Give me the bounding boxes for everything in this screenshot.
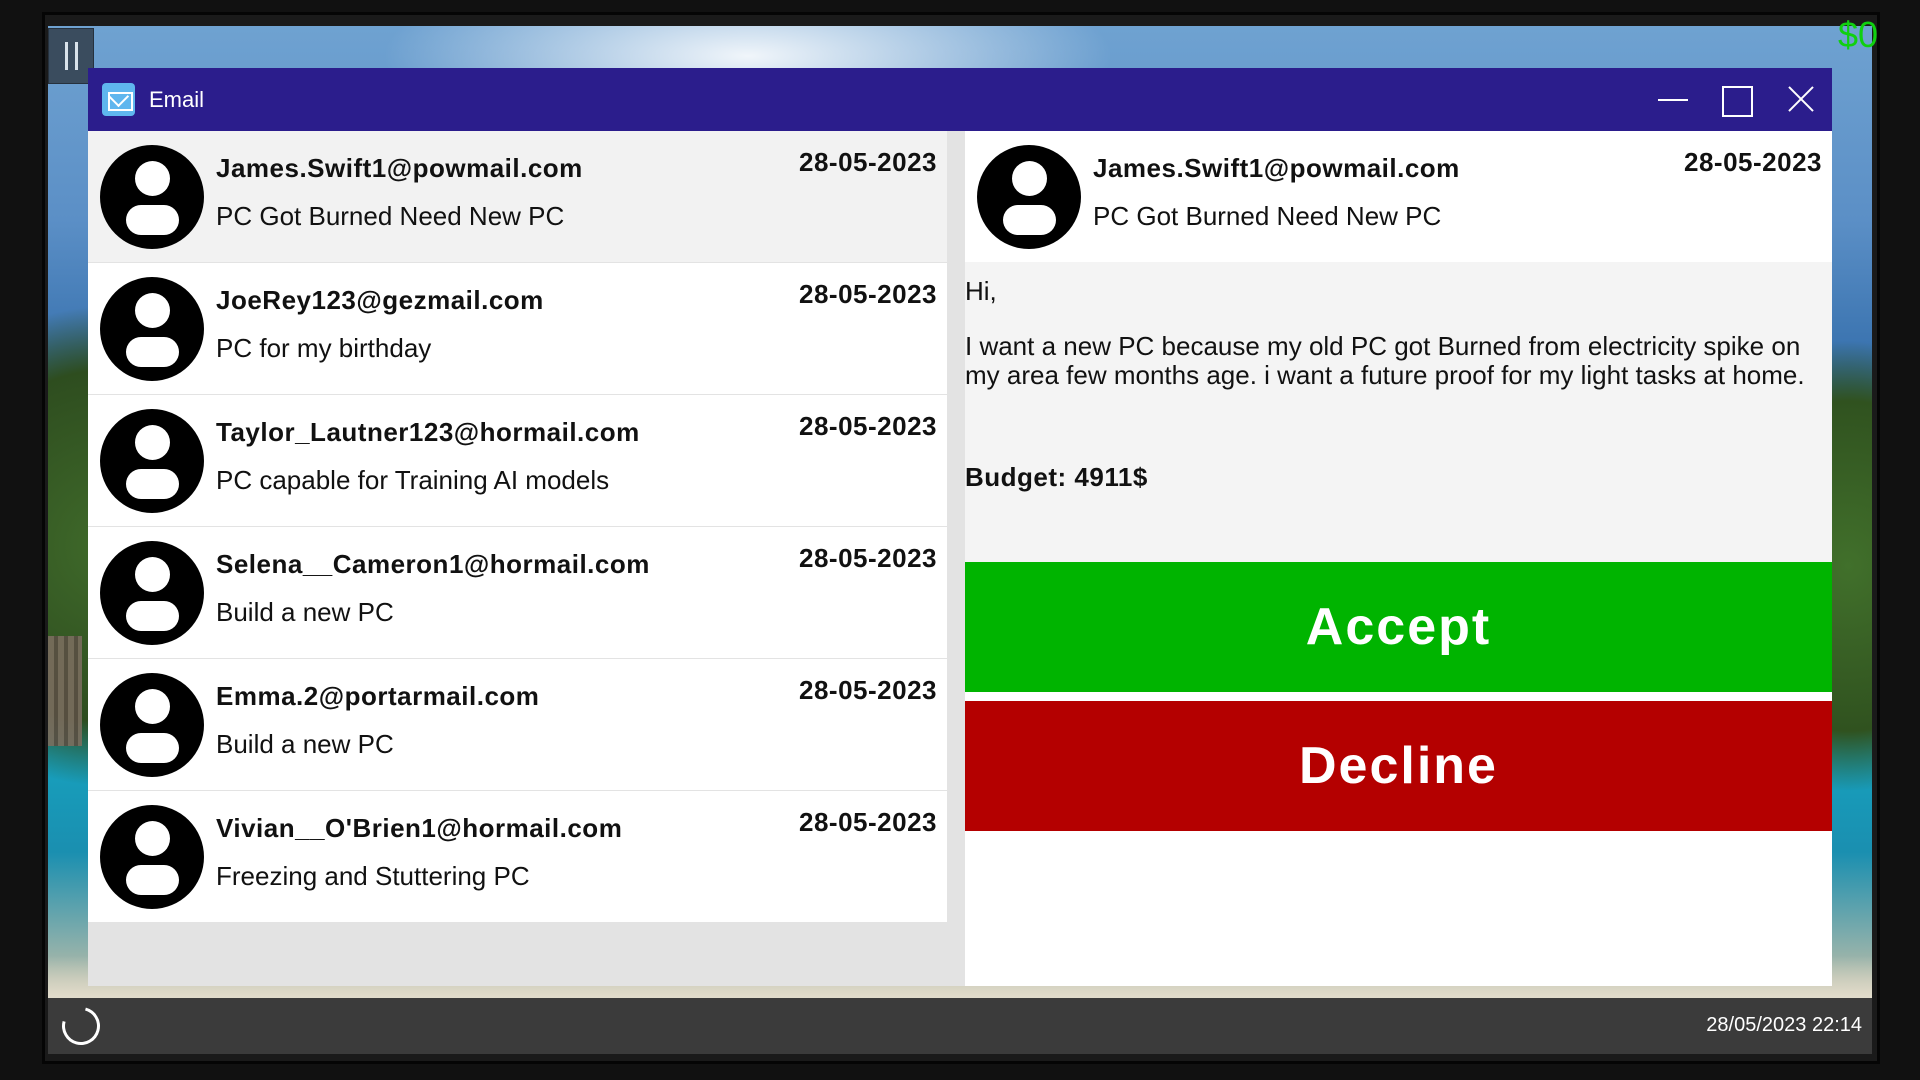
avatar — [100, 673, 204, 777]
inbox-item-subject: PC capable for Training AI models — [216, 465, 610, 495]
reader-date: 28-05-2023 — [1684, 147, 1822, 177]
email-window: Email James.Swift1@powmail.com PC Got Bu… — [88, 68, 1832, 986]
inbox-item-sender: Vivian__O'Brien1@hormail.com — [216, 813, 623, 843]
money-counter: $0 — [1837, 14, 1878, 55]
inbox-item[interactable]: Taylor_Lautner123@hormail.com PC capable… — [88, 395, 947, 526]
inbox-item-sender: James.Swift1@powmail.com — [216, 153, 583, 183]
inbox-item-sender: Emma.2@portarmail.com — [216, 681, 540, 711]
inbox-item[interactable]: Selena__Cameron1@hormail.com Build a new… — [88, 527, 947, 658]
taskbar: 28/05/2023 22:14 — [48, 998, 1872, 1054]
email-app-icon — [102, 83, 135, 116]
decline-button[interactable]: Decline — [965, 701, 1832, 831]
message-text: I want a new PC because my old PC got Bu… — [965, 331, 1805, 390]
window-controls — [1640, 68, 1832, 131]
reader-subject: PC Got Burned Need New PC — [1093, 201, 1442, 231]
inbox-item-sender: Selena__Cameron1@hormail.com — [216, 549, 650, 579]
inbox-item-sender: JoeRey123@gezmail.com — [216, 285, 544, 315]
reader-sender: James.Swift1@powmail.com — [1093, 153, 1460, 183]
inbox-item-date: 28-05-2023 — [799, 543, 937, 573]
budget-label: Budget: 4911$ — [965, 462, 1148, 492]
inbox-item-date: 28-05-2023 — [799, 807, 937, 837]
inbox-item-date: 28-05-2023 — [799, 675, 937, 705]
maximize-icon[interactable] — [1704, 68, 1768, 131]
avatar — [100, 805, 204, 909]
reader-header: James.Swift1@powmail.com PC Got Burned N… — [965, 131, 1832, 262]
inbox-item-date: 28-05-2023 — [799, 411, 937, 441]
minimize-icon[interactable] — [1640, 68, 1704, 131]
monitor: $0 Email James.Swift1@powmail.com PC Got… — [0, 0, 1920, 1080]
accept-button[interactable]: Accept — [965, 562, 1832, 692]
reading-pane: James.Swift1@powmail.com PC Got Burned N… — [965, 131, 1832, 986]
inbox-item-subject: Build a new PC — [216, 597, 394, 627]
avatar — [100, 409, 204, 513]
window-titlebar[interactable]: Email — [88, 68, 1832, 131]
message-greeting: Hi, — [965, 276, 997, 306]
inbox-item-subject: Freezing and Stuttering PC — [216, 861, 530, 891]
inbox-item[interactable]: Emma.2@portarmail.com Build a new PC 28-… — [88, 659, 947, 790]
reader-body: Hi, I want a new PC because my old PC go… — [965, 262, 1832, 562]
inbox-list: James.Swift1@powmail.com PC Got Burned N… — [88, 131, 947, 986]
close-icon[interactable] — [1768, 68, 1832, 131]
window-title: Email — [149, 86, 205, 112]
inbox-item[interactable]: James.Swift1@powmail.com PC Got Burned N… — [88, 131, 947, 262]
taskbar-clock: 28/05/2023 22:14 — [1706, 1014, 1862, 1036]
avatar — [977, 145, 1081, 249]
inbox-item[interactable]: Vivian__O'Brien1@hormail.com Freezing an… — [88, 791, 947, 922]
inbox-item-subject: PC Got Burned Need New PC — [216, 201, 565, 231]
avatar — [100, 541, 204, 645]
inbox-item-sender: Taylor_Lautner123@hormail.com — [216, 417, 640, 447]
start-icon[interactable] — [55, 1000, 107, 1052]
wallpaper-pier — [48, 636, 82, 746]
avatar — [100, 277, 204, 381]
inbox-item-subject: Build a new PC — [216, 729, 394, 759]
inbox-item[interactable]: JoeRey123@gezmail.com PC for my birthday… — [88, 263, 947, 394]
inbox-item-date: 28-05-2023 — [799, 279, 937, 309]
inbox-item-subject: PC for my birthday — [216, 333, 432, 363]
avatar — [100, 145, 204, 249]
inbox-item-date: 28-05-2023 — [799, 147, 937, 177]
